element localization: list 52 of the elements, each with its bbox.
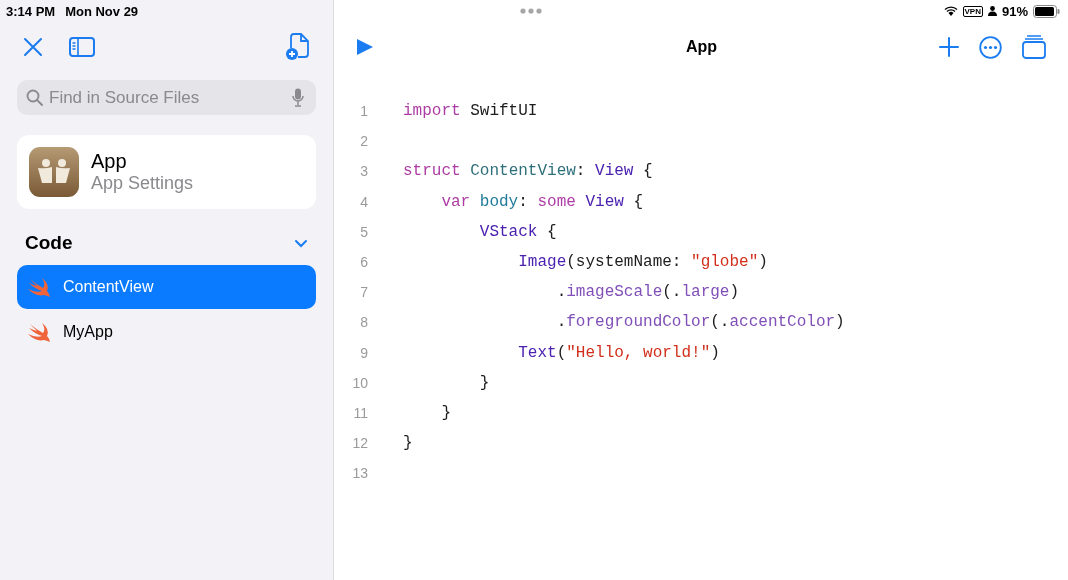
file-item[interactable]: MyApp <box>17 310 316 354</box>
plus-icon[interactable] <box>939 37 959 57</box>
status-date: Mon Nov 29 <box>65 3 139 19</box>
person-icon <box>987 6 997 16</box>
wifi-icon <box>943 6 958 16</box>
line-number: 11 <box>352 404 368 421</box>
code-line: } <box>478 373 490 392</box>
line-number: 9 <box>359 344 368 361</box>
line-number: 5 <box>359 223 368 240</box>
line-number: 3 <box>359 163 368 180</box>
microphone-icon[interactable] <box>292 88 304 107</box>
editor-title: App <box>684 38 719 56</box>
new-file-icon[interactable] <box>286 33 310 61</box>
code-line: var body: some View { <box>440 192 644 211</box>
chevron-icon[interactable] <box>294 238 308 248</box>
code-line: VStack { <box>478 222 557 241</box>
code-line: .foregroundColor(.accentColor) <box>555 313 845 332</box>
line-number: 12 <box>351 435 368 452</box>
line-number: 7 <box>359 284 368 301</box>
line-number: 1 <box>359 103 368 120</box>
sidebar-icon[interactable] <box>69 37 95 57</box>
code-line: .imageScale(.large) <box>555 283 740 302</box>
project-subtitle: App Settings <box>91 173 194 194</box>
swift-icon <box>27 322 51 342</box>
line-number: 10 <box>351 374 368 391</box>
project-name: App <box>91 150 128 173</box>
project-card[interactable]: App App Settings <box>17 135 316 209</box>
battery-icon <box>1033 4 1060 18</box>
multitask-icon[interactable] <box>520 8 542 14</box>
code-line: } <box>440 403 451 422</box>
line-number: 6 <box>359 254 368 271</box>
line-number: 13 <box>351 465 368 482</box>
line-number: 8 <box>359 314 368 331</box>
status-time: 3:14 PM <box>6 3 56 19</box>
app-icon <box>29 147 79 197</box>
search-field[interactable]: Find in Source Files <box>17 80 316 115</box>
close-icon[interactable] <box>23 37 43 57</box>
battery-percent: 91% <box>1001 3 1028 19</box>
line-number: 2 <box>359 133 368 150</box>
code-line: import SwiftUI <box>403 102 538 121</box>
code-line: Image(systemName: "globe") <box>517 253 768 272</box>
line-number: 4 <box>359 193 368 210</box>
section-title: Code <box>25 232 73 254</box>
vpn-badge: VPN <box>962 5 983 17</box>
swift-icon <box>27 277 51 297</box>
file-item[interactable]: ContentView <box>17 265 316 309</box>
more-icon[interactable] <box>979 35 1002 59</box>
code-line: } <box>403 434 413 453</box>
windows-icon[interactable] <box>1022 35 1046 59</box>
code-line: struct ContentView: View { <box>403 162 653 181</box>
play-icon[interactable] <box>356 38 374 56</box>
code-line: Text("Hello, world!") <box>517 343 720 362</box>
